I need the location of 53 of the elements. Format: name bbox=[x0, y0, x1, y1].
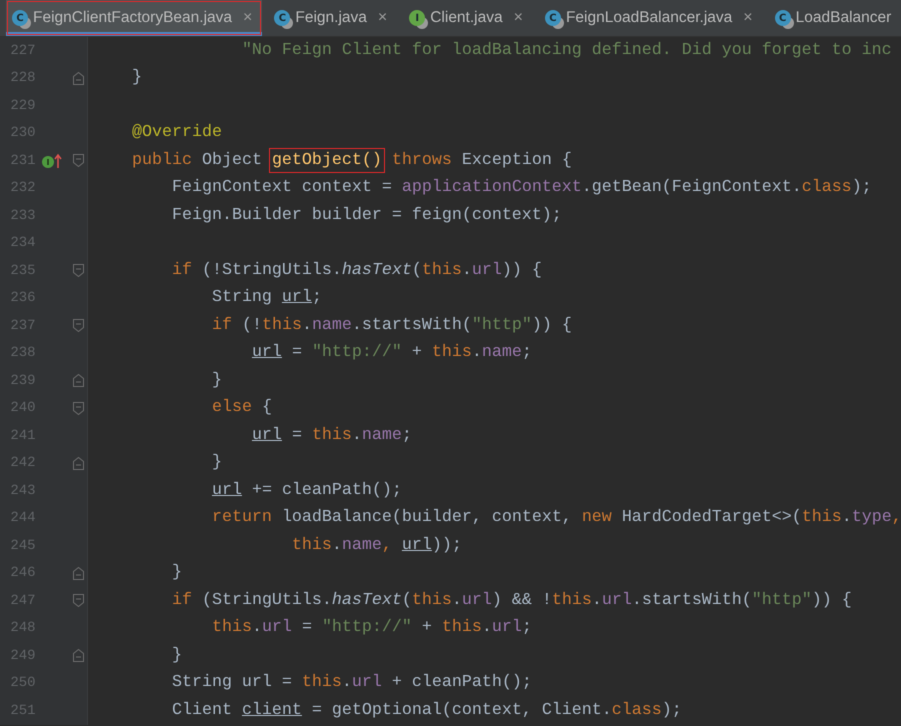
code-line: url = "http://" + this.name; bbox=[250, 342, 532, 364]
code-line: String url = this.url + cleanPath(); bbox=[170, 672, 532, 694]
code-line: FeignContext context = applicationContext.getBean(FeignContext.class); bbox=[170, 177, 872, 200]
close-icon[interactable]: × bbox=[743, 9, 753, 27]
fold-icon[interactable] bbox=[72, 456, 84, 470]
code-line: else { bbox=[210, 397, 272, 420]
editor-tab[interactable]: I Client.java × bbox=[403, 0, 533, 36]
editor-tab[interactable]: C Feign.java × bbox=[268, 0, 398, 36]
code-line: this.name, url)); bbox=[290, 534, 462, 557]
code-line: String url; bbox=[210, 287, 322, 310]
fold-icon[interactable] bbox=[72, 154, 84, 168]
code-line: public Object getObject() throws Exception { bbox=[88, 148, 572, 173]
class-icon: C bbox=[12, 10, 28, 26]
fold-icon[interactable] bbox=[72, 72, 84, 85]
close-icon[interactable]: × bbox=[243, 9, 252, 27]
implements-override-icon[interactable] bbox=[41, 152, 64, 169]
code-line: url = this.name; bbox=[250, 424, 412, 447]
code-line: Client client = getOptional(context, Client.class); bbox=[170, 700, 682, 722]
editor-tab[interactable]: C FeignClientFactoryBean.java × bbox=[6, 0, 262, 36]
code-line: @Override bbox=[130, 122, 222, 144]
code-line: } bbox=[210, 452, 222, 474]
code-line: return loadBalance(builder, context, new HardCodedTarget<>(this.type, bbox=[210, 507, 901, 530]
close-icon[interactable]: × bbox=[514, 9, 523, 27]
fold-icon[interactable] bbox=[72, 402, 84, 415]
close-icon[interactable]: × bbox=[378, 9, 388, 27]
code-line: } bbox=[170, 562, 182, 584]
code-line: } bbox=[130, 67, 142, 90]
code-line: "No Feign Client for loadBalancing defined. Did you forget to inc bbox=[240, 40, 892, 62]
fold-icon[interactable] bbox=[72, 264, 84, 278]
class-icon: C bbox=[544, 10, 561, 26]
fold-icon[interactable] bbox=[72, 319, 84, 332]
editor-tab[interactable]: C FeignLoadBalancer.java × bbox=[538, 0, 763, 36]
code-line: this.url = "http://" + this.url; bbox=[210, 617, 532, 640]
code-line: } bbox=[170, 644, 182, 667]
code-line: url += cleanPath(); bbox=[210, 480, 402, 502]
tab-label: LoadBalancer bbox=[796, 9, 892, 27]
code-line: if (!this.name.startsWith("http")) { bbox=[210, 314, 572, 337]
class-icon: C bbox=[274, 10, 290, 26]
code-line: } bbox=[210, 370, 222, 392]
code-line: Feign.Builder builder = feign(context); bbox=[170, 204, 562, 227]
fold-icon[interactable] bbox=[72, 594, 84, 608]
tab-label: FeignClientFactoryBean.java bbox=[33, 9, 232, 27]
fold-icon[interactable] bbox=[72, 566, 84, 580]
interface-icon: I bbox=[409, 10, 426, 26]
fold-icon[interactable] bbox=[72, 649, 84, 662]
class-icon: C bbox=[774, 10, 791, 26]
tab-label: FeignLoadBalancer.java bbox=[566, 9, 732, 27]
code-line: if (!StringUtils.hasText(this.url)) { bbox=[170, 260, 542, 282]
tab-label: Client.java bbox=[430, 9, 503, 27]
fold-icon[interactable] bbox=[72, 374, 84, 388]
code-line: if (StringUtils.hasText(this.url) && !this.url.startsWith("http")) { bbox=[170, 590, 852, 612]
tab-label: Feign.java bbox=[295, 9, 367, 27]
editor-tab[interactable]: C LoadBalancer bbox=[768, 0, 901, 36]
